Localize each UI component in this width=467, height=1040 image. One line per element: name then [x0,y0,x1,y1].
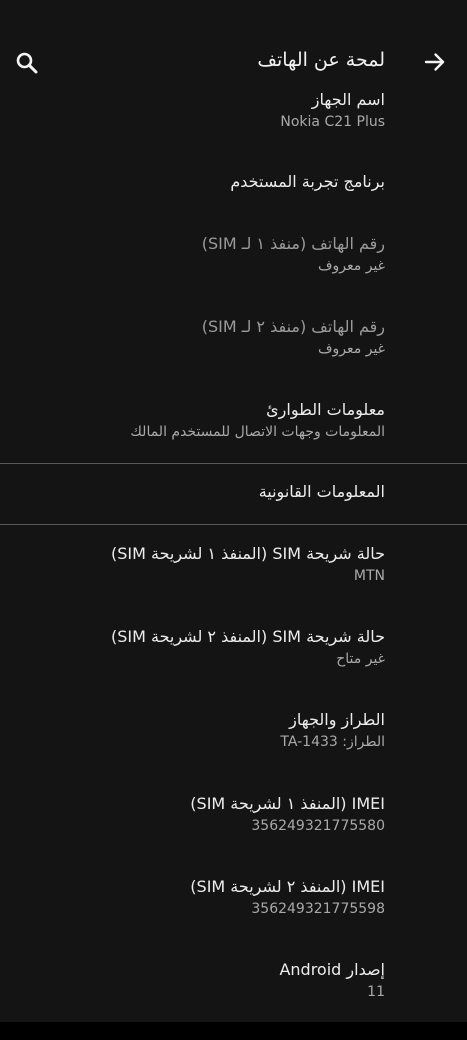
list-item-phone-number-sim2[interactable]: رقم الهاتف (منفذ ٢ لـ SIM) غير معروف [202,315,385,359]
item-subtitle: غير متاح [336,651,385,667]
item-subtitle: المعلومات وجهات الاتصال للمستخدم المالك [130,424,385,440]
item-title: معلومات الطوارئ [266,400,385,419]
item-subtitle: MTN [353,568,385,584]
divider [0,463,467,464]
app-bar: لمحة عن الهاتف [0,0,467,92]
item-title: برنامج تجربة المستخدم [230,172,385,191]
item-title: حالة شريحة SIM (المنفذ ٢ لشريحة SIM) [110,627,385,646]
item-title: IMEI (المنفذ ٢ لشريحة SIM) [190,877,385,896]
list-item-sim-status-sim1[interactable]: حالة شريحة SIM (المنفذ ١ لشريحة SIM) MTN [111,542,385,586]
item-title: رقم الهاتف (منفذ ١ لـ SIM) [201,234,385,253]
divider [0,524,467,525]
item-subtitle: الطراز: TA-1433 [280,734,385,750]
list-item-imei-sim1[interactable]: IMEI (المنفذ ١ لشريحة SIM) 3562493217755… [190,792,385,836]
item-subtitle: Nokia C21 Plus [280,114,385,130]
item-title: المعلومات القانونية [258,482,385,501]
about-phone-screen: اسم الجهاز Nokia C21 Plus برنامج تجربة ا… [0,0,467,1022]
list-item-emergency-info[interactable]: معلومات الطوارئ المعلومات وجهات الاتصال … [130,398,385,442]
item-title: IMEI (المنفذ ١ لشريحة SIM) [190,794,385,813]
search-icon[interactable] [13,49,41,77]
navigation-bar [0,1022,467,1040]
page-title: لمحة عن الهاتف [257,49,385,71]
item-title: الطراز والجهاز [289,710,385,729]
arrow-forward-icon[interactable] [421,48,449,76]
list-item-android-version[interactable]: إصدار Android 11 [279,958,385,1002]
list-item-sim-status-sim2[interactable]: حالة شريحة SIM (المنفذ ٢ لشريحة SIM) غير… [111,625,385,669]
list-item-legal-info[interactable]: المعلومات القانونية [259,480,385,504]
item-subtitle: 356249321775580 [251,818,385,834]
list-item-phone-number-sim1[interactable]: رقم الهاتف (منفذ ١ لـ SIM) غير معروف [202,232,385,276]
item-title: رقم الهاتف (منفذ ٢ لـ SIM) [201,317,385,336]
item-title: إصدار Android [279,960,385,979]
item-title: حالة شريحة SIM (المنفذ ١ لشريحة SIM) [110,544,385,563]
item-subtitle: غير معروف [318,258,385,274]
list-item-model-hardware[interactable]: الطراز والجهاز الطراز: TA-1433 [280,708,385,752]
item-subtitle: غير معروف [318,341,385,357]
list-item-device-name[interactable]: اسم الجهاز Nokia C21 Plus [280,88,385,132]
item-subtitle: 11 [367,984,385,1000]
list-item-user-experience-program[interactable]: برنامج تجربة المستخدم [230,170,385,194]
list-item-imei-sim2[interactable]: IMEI (المنفذ ٢ لشريحة SIM) 3562493217755… [190,875,385,919]
item-subtitle: 356249321775598 [251,901,385,917]
